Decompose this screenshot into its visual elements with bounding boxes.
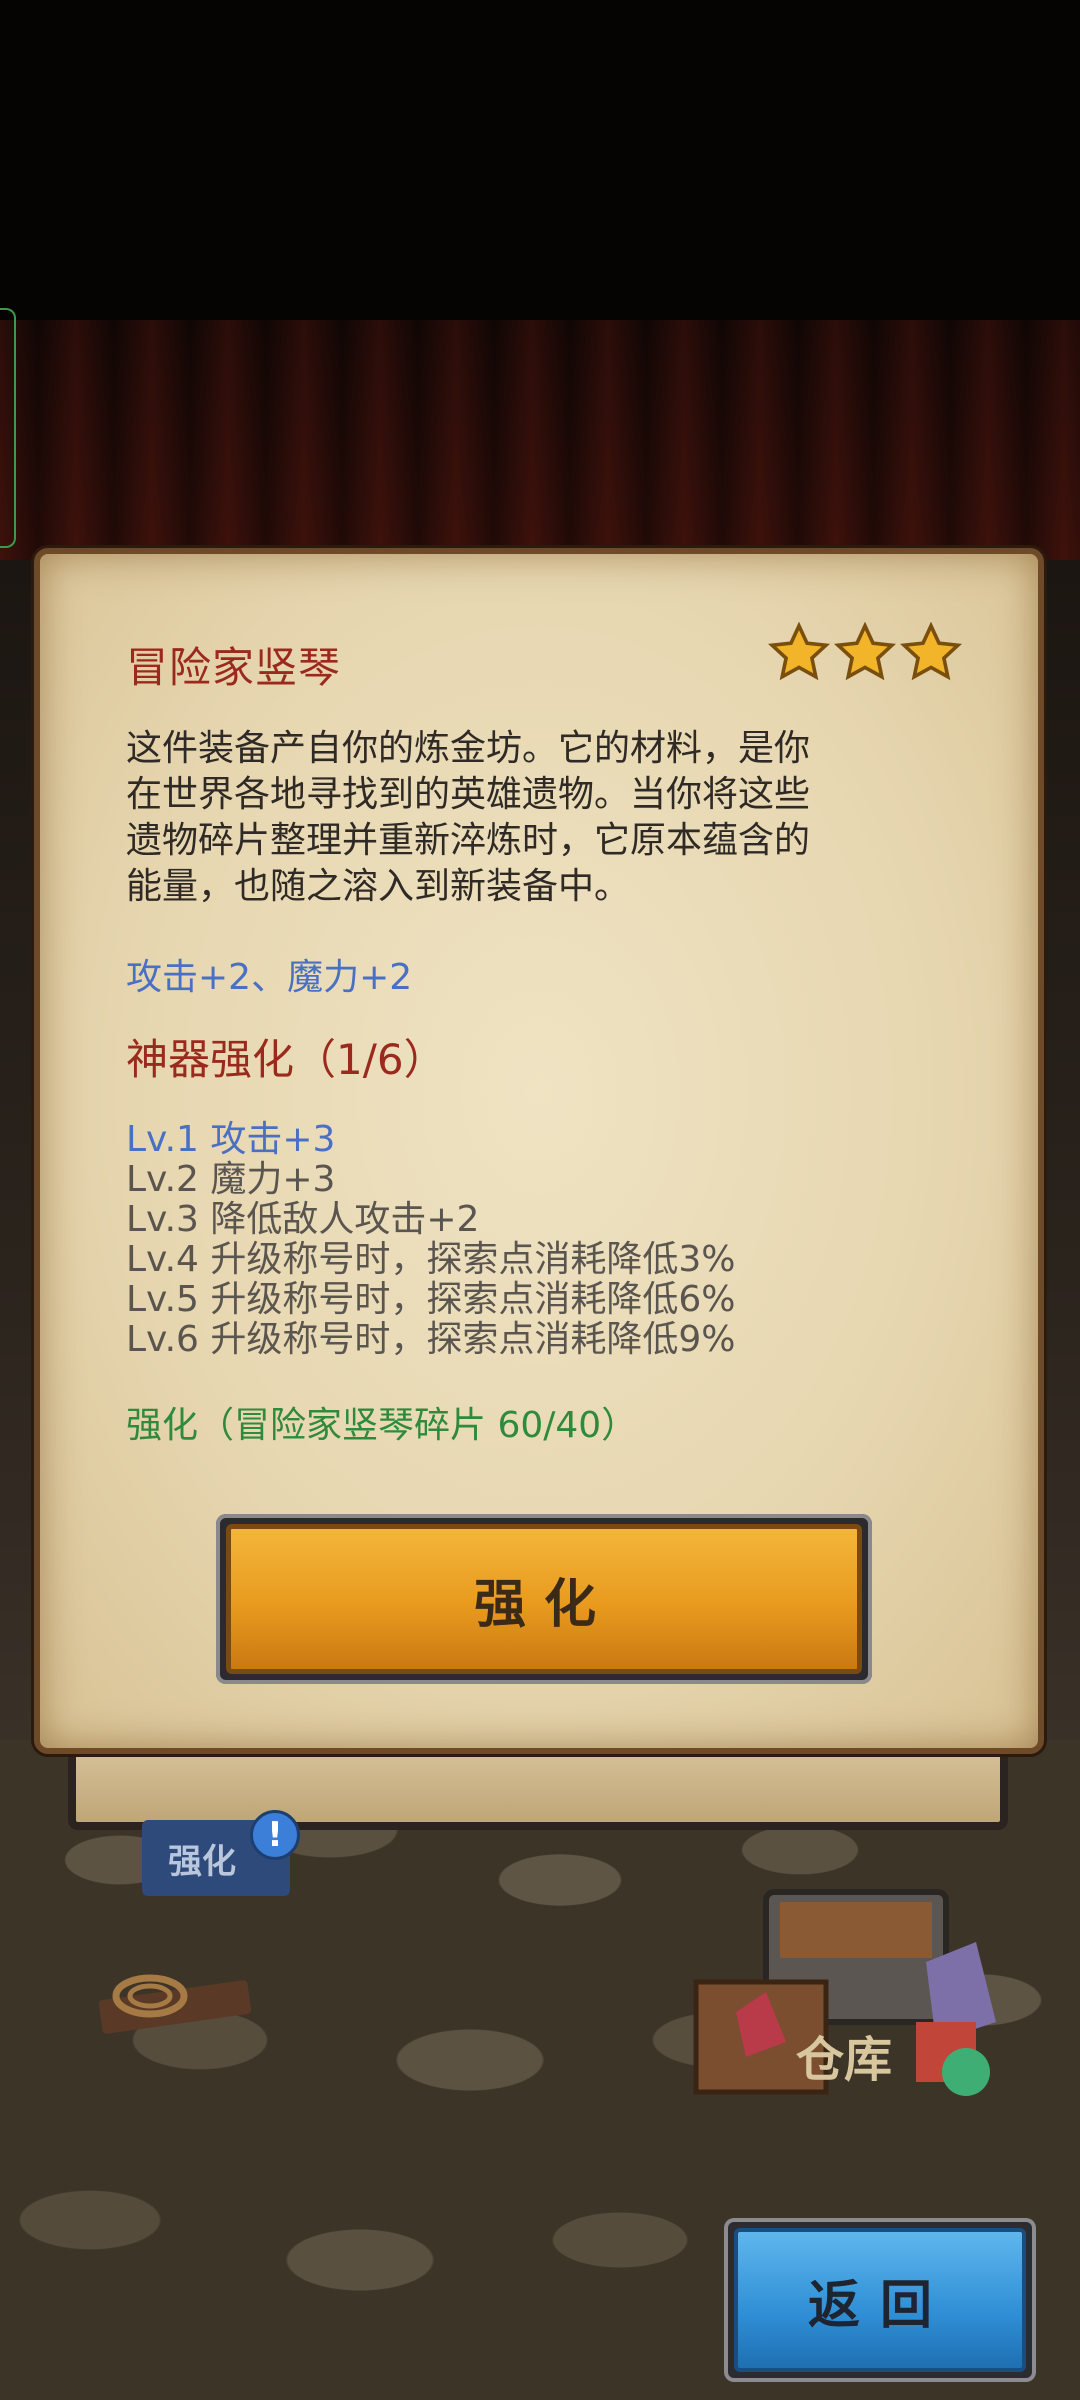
scene-upgrade-tag-label: 强化: [168, 1841, 236, 1882]
artifact-level-item: Lv.3 降低敌人攻击+2: [126, 1199, 480, 1240]
alert-badge-icon: !: [250, 1810, 300, 1860]
rope-icon: [98, 1974, 252, 2034]
star-icon: [900, 622, 962, 681]
artifact-level-item: Lv.4 升级称号时，探索点消耗降低3%: [126, 1239, 736, 1280]
curtain-backdrop: [0, 320, 1080, 580]
star-rating: [768, 622, 962, 684]
artifact-upgrade-title: 神器强化（1/6）: [126, 1035, 446, 1084]
star-icon: [834, 622, 896, 681]
description-line: 这件装备产自你的炼金坊。它的材料，是你: [126, 728, 811, 769]
star-icon: [768, 622, 830, 681]
back-button-face[interactable]: 返回: [734, 2228, 1026, 2372]
back-button-label: 返回: [807, 2275, 952, 2336]
upgrade-button[interactable]: 强化: [216, 1514, 872, 1684]
item-detail-panel: 冒险家竖琴 这件装备产自你的炼金坊。它的材料，是你 在世界各地寻找到的英雄遗物。…: [34, 548, 1044, 1754]
description-line: 遗物碎片整理并重新淬炼时，它原本蕴含的: [126, 820, 811, 861]
back-button[interactable]: 返回: [724, 2218, 1036, 2382]
artifact-level-item: Lv.5 升级称号时，探索点消耗降低6%: [126, 1279, 736, 1320]
side-edge-tab[interactable]: [0, 308, 16, 548]
warehouse-label[interactable]: 仓库: [796, 2020, 892, 2090]
description-line: 在世界各地寻找到的英雄遗物。当你将这些: [126, 774, 811, 815]
item-description: 这件装备产自你的炼金坊。它的材料，是你 在世界各地寻找到的英雄遗物。当你将这些 …: [126, 726, 976, 910]
dark-sky: [0, 0, 1080, 320]
artifact-level-item: Lv.1 攻击+3: [126, 1119, 336, 1160]
item-name: 冒险家竖琴: [126, 643, 342, 692]
upgrade-button-label: 强化: [473, 1574, 614, 1635]
upgrade-requirement: 强化（冒险家竖琴碎片 60/40）: [126, 1405, 638, 1446]
artifact-level-list: Lv.1 攻击+3 Lv.2 魔力+3 Lv.3 降低敌人攻击+2 Lv.4 升…: [126, 1120, 976, 1360]
item-stats: 攻击+2、魔力+2: [126, 957, 413, 998]
description-line: 能量，也随之溶入到新装备中。: [126, 866, 631, 907]
artifact-level-item: Lv.2 魔力+3: [126, 1159, 336, 1200]
artifact-level-item: Lv.6 升级称号时，探索点消耗降低9%: [126, 1319, 736, 1360]
upgrade-button-face[interactable]: 强化: [226, 1524, 862, 1674]
